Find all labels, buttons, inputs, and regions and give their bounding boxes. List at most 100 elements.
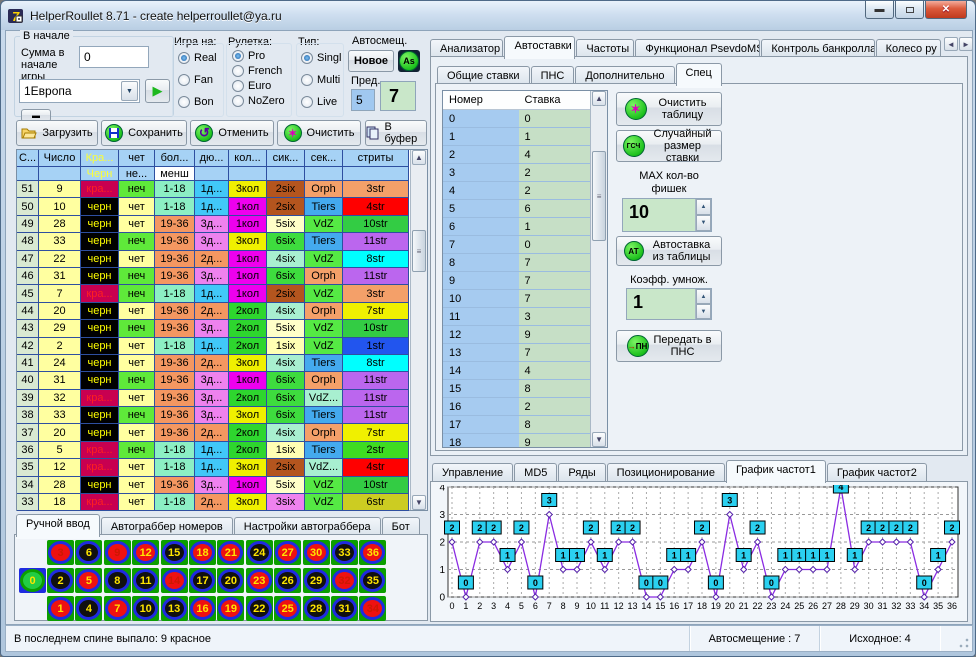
table-row[interactable]: 365кра...неч1-181д...2кол1sixTiers2str	[17, 442, 410, 459]
board-number-cell[interactable]: 30	[303, 540, 330, 565]
sum-input[interactable]	[79, 46, 149, 68]
board-number-cell[interactable]: 26	[274, 568, 301, 593]
save-button[interactable]: Сохранить	[101, 120, 187, 146]
bets-row[interactable]: 97	[443, 272, 590, 290]
bets-row[interactable]: 11	[443, 128, 590, 146]
board-number-cell[interactable]: 2	[47, 568, 74, 593]
scroll-down-icon[interactable]: ▼	[592, 432, 606, 447]
copy-to-buffer-button[interactable]: В буфер	[365, 120, 427, 146]
radio-Singl[interactable]: Singl	[301, 52, 341, 64]
board-number-cell[interactable]: 16	[189, 596, 216, 621]
table-row[interactable]: 519кра...неч1-181д...3кол2sixOrph3str	[17, 181, 410, 198]
tab-Позиционирование[interactable]: Позиционирование	[607, 463, 725, 483]
bets-row[interactable]: 158	[443, 380, 590, 398]
board-number-cell[interactable]: 11	[132, 568, 159, 593]
board-number-cell[interactable]: 7	[104, 596, 131, 621]
radio-Live[interactable]: Live	[301, 96, 341, 108]
table-row[interactable]: 3932кра...чет19-363д...2кол6sixVdZ...11s…	[17, 390, 410, 407]
game-variant-combobox[interactable]: 1Европа ▼	[19, 79, 140, 103]
scroll-up-icon[interactable]: ▲	[592, 91, 606, 106]
bets-row[interactable]: 42	[443, 182, 590, 200]
board-number-cell[interactable]: 25	[274, 596, 301, 621]
radio-Pro[interactable]: Pro	[232, 50, 285, 62]
radio-Real[interactable]: Real	[178, 52, 217, 64]
tab-График частот2[interactable]: График частот2	[827, 463, 927, 483]
bets-row[interactable]: 162	[443, 398, 590, 416]
table-row[interactable]: 4124чернчет19-362д...3кол4sixTiers8str	[17, 355, 410, 372]
step-up-icon[interactable]: ▲	[696, 199, 711, 215]
radio-Multi[interactable]: Multi	[301, 74, 341, 86]
bets-row[interactable]: 24	[443, 146, 590, 164]
scroll-down-icon[interactable]: ▼	[412, 495, 426, 510]
tab-Ряды[interactable]: Ряды	[558, 463, 605, 483]
board-number-cell[interactable]: 15	[161, 540, 188, 565]
table-row[interactable]: 4420чернчет19-362д...2кол4sixOrph7str	[17, 303, 410, 320]
board-number-cell[interactable]: 8	[104, 568, 131, 593]
tab-Ручной ввод[interactable]: Ручной ввод	[16, 514, 100, 537]
tab-График частот1[interactable]: График частот1	[726, 460, 826, 483]
titlebar[interactable]: 7 HelperRoullet 8.71 - create helperroul…	[1, 1, 975, 30]
autobet-from-table-button[interactable]: АТ Автоставка из таблицы	[616, 236, 722, 266]
table-row[interactable]: 422чернчет1-181д...2кол1sixVdZ1str	[17, 338, 410, 355]
table-row[interactable]: 3720чернчет19-362д...2кол4sixOrph7str	[17, 424, 410, 441]
board-number-cell[interactable]: 10	[132, 596, 159, 621]
step-up-icon[interactable]: ▲	[696, 289, 711, 304]
radio-Euro[interactable]: Euro	[232, 80, 285, 92]
board-number-cell[interactable]: 33	[331, 540, 358, 565]
table-row[interactable]: 3318кра...чет1-182д...3кол3sixVdZ6str	[17, 494, 410, 511]
board-number-cell[interactable]: 19	[217, 596, 244, 621]
bets-row[interactable]: 137	[443, 344, 590, 362]
board-number-cell[interactable]: 35	[359, 568, 386, 593]
maximize-button[interactable]	[895, 1, 924, 19]
table-row[interactable]: 4833черннеч19-363д...3кол6sixTiers11str	[17, 233, 410, 250]
radio-Bon[interactable]: Bon	[178, 96, 217, 108]
bets-row[interactable]: 00	[443, 110, 590, 128]
table-row[interactable]: 4928чернчет19-363д...1кол5sixVdZ10str	[17, 216, 410, 233]
scroll-thumb[interactable]: ≡	[592, 151, 606, 241]
random-bet-size-button[interactable]: ГСЧ Случайный размер ставки	[616, 130, 722, 162]
board-number-cell[interactable]: 3	[47, 540, 74, 565]
coef-stepper[interactable]: 1 ▲▼	[626, 288, 712, 320]
board-number-cell[interactable]: 29	[303, 568, 330, 593]
scroll-thumb[interactable]: ≡	[412, 230, 426, 272]
step-down-icon[interactable]: ▼	[696, 215, 711, 231]
table-row[interactable]: 3428чернчет19-363д...1кол5sixVdZ10str	[17, 477, 410, 494]
resize-grip[interactable]	[958, 637, 970, 649]
board-number-cell[interactable]: 22	[246, 596, 273, 621]
board-number-cell[interactable]: 9	[104, 540, 131, 565]
board-number-cell[interactable]: 1	[47, 596, 74, 621]
radio-French[interactable]: French	[232, 65, 285, 77]
load-button[interactable]: Загрузить	[16, 120, 98, 146]
minimize-button[interactable]: ▬	[865, 1, 894, 19]
tab-Автоставки[interactable]: Автоставки	[504, 36, 575, 59]
table-row[interactable]: 3512кра...чет1-181д...3кол2sixVdZ...4str	[17, 459, 410, 476]
table-row[interactable]: 4631черннеч19-363д...1кол6sixOrph11str	[17, 268, 410, 285]
radio-NoZero[interactable]: NoZero	[232, 95, 285, 107]
board-number-cell[interactable]: 17	[189, 568, 216, 593]
bets-row[interactable]: 107	[443, 290, 590, 308]
board-number-cell[interactable]: 6	[75, 540, 102, 565]
tab-Управление[interactable]: Управление	[432, 463, 513, 483]
board-number-cell[interactable]: 13	[161, 596, 188, 621]
board-number-cell[interactable]: 20	[217, 568, 244, 593]
bets-row[interactable]: 129	[443, 326, 590, 344]
radio-Fan[interactable]: Fan	[178, 74, 217, 86]
step-down-icon[interactable]: ▼	[696, 304, 711, 319]
bets-scrollbar[interactable]: ▲ ≡ ▼	[590, 91, 607, 447]
autoshift-new-button[interactable]: Новое	[348, 50, 394, 72]
bets-row[interactable]: 70	[443, 236, 590, 254]
board-number-cell[interactable]: 0	[19, 568, 46, 593]
scroll-up-icon[interactable]: ▲	[412, 150, 426, 165]
clear-button[interactable]: ✶ Очистить	[277, 120, 361, 146]
board-number-cell[interactable]: 21	[217, 540, 244, 565]
board-number-cell[interactable]: 28	[303, 596, 330, 621]
close-button[interactable]: ✕	[925, 1, 967, 19]
undo-button[interactable]: ↺ Отменить	[190, 120, 274, 146]
tab-Спец[interactable]: Спец	[676, 63, 722, 86]
table-row[interactable]: 4722чернчет19-362д...1кол4sixVdZ8str	[17, 251, 410, 268]
board-number-cell[interactable]: 27	[274, 540, 301, 565]
bets-row[interactable]: 87	[443, 254, 590, 272]
tabs-scroll-right-icon[interactable]: ►	[959, 37, 973, 51]
bets-row[interactable]: 113	[443, 308, 590, 326]
board-number-cell[interactable]: 18	[189, 540, 216, 565]
